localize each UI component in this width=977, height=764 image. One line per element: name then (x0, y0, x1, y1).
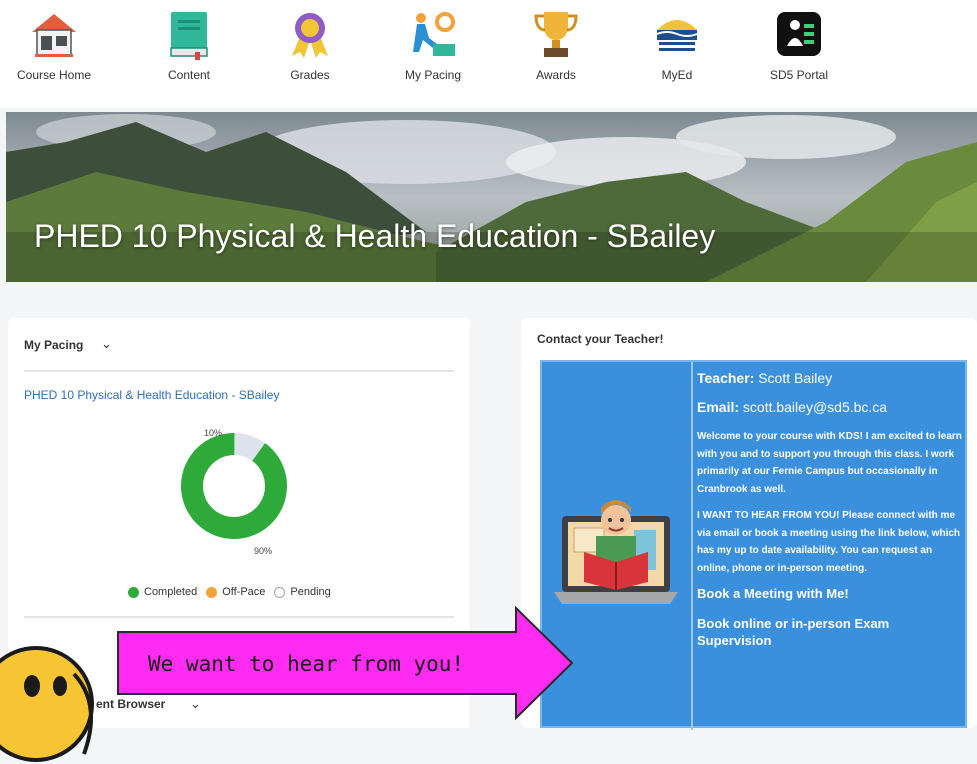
nav-course-home[interactable]: Course Home (9, 8, 99, 82)
teacher-name: Scott Bailey (754, 370, 833, 386)
legend-label: Completed (144, 586, 198, 598)
book-meeting-link[interactable]: Book a Meeting with Me! (697, 586, 963, 601)
nav-label: Grades (290, 68, 330, 82)
legend-dot (274, 586, 286, 598)
nav-label: SD5 Portal (769, 68, 829, 82)
course-nav-bar: Course Home Content Grades My Pacing Awa… (0, 0, 977, 108)
course-title: PHED 10 Physical & Health Education - SB… (34, 218, 716, 254)
teacher-info-panel: Teacher: Scott Bailey Email: scott.baile… (540, 360, 967, 730)
widget-title: My Pacing (24, 338, 84, 352)
teacher-key: Teacher: (697, 370, 755, 386)
peeking-emoji-icon (0, 646, 94, 762)
pacing-donut-chart (181, 433, 287, 539)
course-banner: PHED 10 Physical & Health Education - SB… (6, 112, 977, 282)
nav-awards[interactable]: Awards (511, 8, 601, 82)
nav-content[interactable]: Content (144, 8, 234, 82)
chevron-down-icon[interactable]: ⌄ (101, 336, 112, 352)
panel-divider (691, 362, 693, 730)
teacher-name-line: Teacher: Scott Bailey (697, 370, 963, 386)
legend-dot (128, 586, 139, 598)
nav-label: Course Home (16, 68, 92, 82)
ribbon-award-icon (292, 13, 328, 58)
mountain-landscape-image (6, 112, 977, 282)
widget-title: Contact your Teacher! (537, 332, 664, 346)
teacher-email-line: Email: scott.bailey@sd5.bc.ca (697, 399, 963, 415)
pacing-gears-icon (413, 12, 455, 56)
donut-completed-segment (181, 433, 287, 539)
nav-label: My Pacing (404, 68, 462, 82)
nav-label: Awards (536, 68, 576, 82)
house-icon (32, 14, 76, 57)
course-link[interactable]: PHED 10 Physical & Health Education - SB… (24, 388, 279, 402)
nav-sd5-portal[interactable]: SD5 Portal (754, 8, 844, 82)
chart-legend: Completed Off-Pace Pending (128, 586, 340, 598)
legend-pending: Pending (274, 586, 331, 598)
welcome-paragraph: Welcome to your course with KDS! I am ex… (697, 431, 962, 495)
portal-icon (777, 12, 821, 56)
pending-percent-label: 10% (204, 428, 223, 438)
legend-completed: Completed (128, 586, 197, 598)
completed-percent-label: 90% (254, 546, 273, 556)
hear-from-you-paragraph: I WANT TO HEAR FROM YOU! Please connect … (697, 510, 961, 574)
nav-label: MyEd (661, 68, 693, 82)
legend-dot (206, 586, 218, 598)
nav-my-pacing[interactable]: My Pacing (388, 8, 478, 82)
trophy-icon (534, 12, 578, 57)
book-exam-supervision-link[interactable]: Book online or in-person Exam Supervisio… (697, 615, 963, 649)
nav-myed[interactable]: MyEd (632, 8, 722, 82)
bc-logo-icon (656, 20, 698, 51)
callout-text: We want to hear from you! (148, 652, 465, 676)
divider (24, 370, 454, 372)
legend-label: Off-Pace (222, 586, 266, 598)
nav-label: Content (167, 68, 211, 82)
nav-grades[interactable]: Grades (265, 8, 355, 82)
email-key: Email: (697, 399, 740, 415)
book-icon (170, 12, 208, 60)
legend-off-pace: Off-Pace (206, 586, 265, 598)
teacher-email[interactable]: scott.bailey@sd5.bc.ca (739, 399, 887, 415)
teacher-info-text: Teacher: Scott Bailey Email: scott.baile… (697, 370, 963, 649)
teacher-bitmoji-laptop-image (554, 500, 678, 604)
legend-label: Pending (290, 586, 331, 598)
